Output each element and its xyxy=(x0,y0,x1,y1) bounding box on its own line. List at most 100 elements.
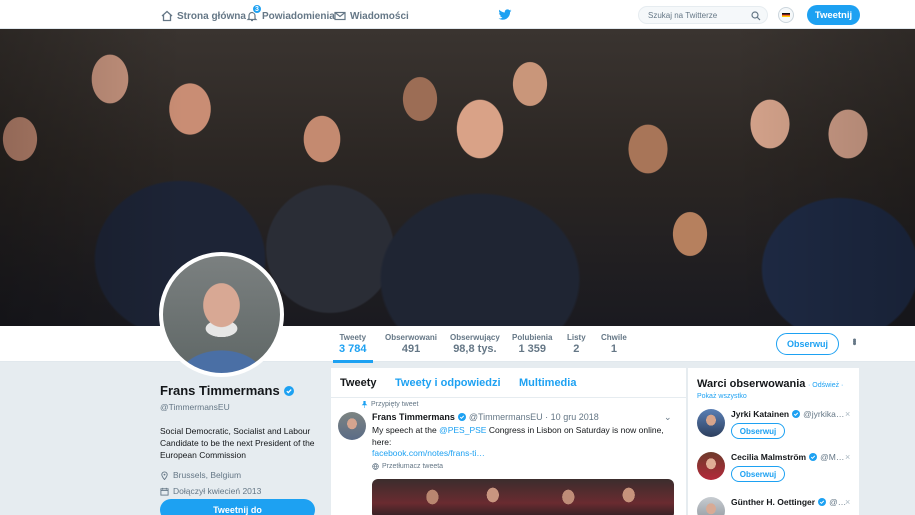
stat-value: 491 xyxy=(401,343,421,355)
nav-home-label: Strona główna xyxy=(177,10,246,22)
suggestion-avatar[interactable] xyxy=(697,409,725,437)
account-avatar[interactable] xyxy=(778,7,794,23)
chevron-down-icon[interactable]: ⌄ xyxy=(664,412,672,423)
more-vertical-icon[interactable]: ••• xyxy=(848,338,860,344)
tweet-media-image[interactable] xyxy=(372,479,674,515)
stat-lists[interactable]: Listy 2 xyxy=(567,333,586,355)
suggestion-name-row[interactable]: Cecilia Malmström @M… xyxy=(731,452,844,462)
tab-tweets[interactable]: Tweety xyxy=(340,377,376,389)
nav-home[interactable]: Strona główna xyxy=(161,8,246,24)
show-all-link[interactable]: Pokaż wszystko xyxy=(697,393,747,400)
who-to-follow-links: · Odśwież · Pokaż wszystko xyxy=(697,380,857,402)
notification-count-badge: 3 xyxy=(252,4,262,14)
follow-button[interactable]: Obserwuj xyxy=(776,333,839,355)
profile-joined: Dołączył kwiecień 2013 xyxy=(160,486,320,496)
stat-value: 2 xyxy=(573,343,580,355)
suggestion-item: Jyrki Katainen @jyrkika… × Obserwuj xyxy=(697,409,857,449)
envelope-icon xyxy=(334,11,346,21)
pin-icon xyxy=(361,401,368,408)
profile-header-banner[interactable] xyxy=(0,29,915,326)
calendar-icon xyxy=(160,487,169,496)
pinned-text: Przypięty tweet xyxy=(371,401,419,408)
stat-followers[interactable]: Obserwujący 98,8 tys. xyxy=(450,333,500,355)
suggestion-avatar[interactable] xyxy=(697,452,725,480)
who-to-follow-module: Warci obserwowania · Odśwież · Pokaż wsz… xyxy=(688,368,859,515)
stat-moments[interactable]: Chwile 1 xyxy=(601,333,627,355)
nav-messages[interactable]: Wiadomości xyxy=(334,8,409,24)
profile-stats-bar: Tweety 3 784 Obserwowani 491 Obserwujący… xyxy=(0,326,915,363)
verified-badge-icon xyxy=(792,410,801,418)
stat-value: 1 xyxy=(610,343,617,355)
stat-label: Chwile xyxy=(601,333,627,342)
timeline-tabs: Tweety Tweety i odpowiedzi Multimedia xyxy=(331,368,686,398)
stat-label: Polubienia xyxy=(512,333,553,342)
profile-handle[interactable]: @TimmermansEU xyxy=(160,402,320,412)
profile-bio: Social Democratic, Socialist and Labour … xyxy=(160,426,315,460)
stat-value: 98,8 tys. xyxy=(453,343,497,355)
suggestion-name: Cecilia Malmström xyxy=(731,452,807,462)
stat-label: Obserwujący xyxy=(450,333,500,342)
profile-name[interactable]: Frans Timmermans xyxy=(160,383,280,398)
suggestion-name: Günther H. Oettinger xyxy=(731,497,816,507)
compose-tweet-button[interactable]: Tweetnij xyxy=(807,5,860,25)
tweet-handle-date[interactable]: @TimmermansEU · 10 gru 2018 xyxy=(469,412,599,422)
verified-badge-icon xyxy=(457,413,466,421)
stat-label: Obserwowani xyxy=(385,333,438,342)
stat-tweets[interactable]: Tweety 3 784 xyxy=(333,333,372,363)
stat-label: Tweety xyxy=(339,333,367,342)
profile-name-row: Frans Timmermans xyxy=(160,383,320,398)
nav-notifications-label: Powiadomienia xyxy=(262,10,335,22)
tweet-author-avatar[interactable] xyxy=(338,412,366,440)
globe-icon xyxy=(372,463,379,470)
tab-media[interactable]: Multimedia xyxy=(519,377,576,389)
suggestion-item: Günther H. Oettinger @… × xyxy=(697,497,857,515)
tweet-link[interactable]: facebook.com/notes/frans-ti… xyxy=(372,448,485,458)
joined-text: Dołączył kwiecień 2013 xyxy=(173,486,262,496)
search-placeholder: Szukaj na Twitterze xyxy=(648,10,718,20)
timeline: Tweety Tweety i odpowiedzi Multimedia Pr… xyxy=(331,368,686,515)
dismiss-icon[interactable]: × xyxy=(845,409,850,419)
suggestion-follow-button[interactable]: Obserwuj xyxy=(731,466,785,482)
location-text: Brussels, Belgium xyxy=(173,470,242,480)
suggestion-handle: @M… xyxy=(820,452,845,462)
dismiss-icon[interactable]: × xyxy=(845,452,850,462)
profile-card: Frans Timmermans @TimmermansEU Social De… xyxy=(160,383,320,496)
home-icon xyxy=(161,10,173,22)
translate-tweet[interactable]: Przetłumacz tweeta xyxy=(372,463,443,470)
tweet-to-button[interactable]: Tweetnij do xyxy=(160,499,315,515)
twitter-bird-icon[interactable] xyxy=(498,9,512,21)
suggestion-handle: @jyrkika… xyxy=(803,409,845,419)
top-navigation-bar: Strona główna 3 Powiadomienia Wiadomości… xyxy=(0,0,915,29)
stat-likes[interactable]: Polubienia 1 359 xyxy=(512,333,552,355)
tweet-text-before: My speech at the xyxy=(372,425,440,435)
dismiss-icon[interactable]: × xyxy=(845,497,850,507)
refresh-link[interactable]: · Odśwież · xyxy=(808,382,843,389)
stat-label: Listy xyxy=(567,333,586,342)
tweet-header: Frans Timmermans @TimmermansEU · 10 gru … xyxy=(372,412,599,422)
location-pin-icon xyxy=(161,471,168,480)
nav-messages-label: Wiadomości xyxy=(350,10,409,22)
search-input[interactable]: Szukaj na Twitterze xyxy=(638,6,768,24)
stat-value: 3 784 xyxy=(339,343,367,355)
profile-location: Brussels, Belgium xyxy=(160,470,320,480)
verified-badge-icon xyxy=(818,498,827,506)
nav-notifications[interactable]: 3 Powiadomienia xyxy=(246,4,335,24)
suggestion-handle: @… xyxy=(829,497,847,507)
tweet-author-name[interactable]: Frans Timmermans xyxy=(372,412,455,422)
banner-shade xyxy=(0,29,915,326)
suggestion-name: Jyrki Katainen xyxy=(731,409,790,419)
translate-label: Przetłumacz tweeta xyxy=(382,463,444,470)
suggestion-item: Cecilia Malmström @M… × Obserwuj xyxy=(697,452,857,492)
stat-following[interactable]: Obserwowani 491 xyxy=(385,333,437,355)
pinned-tweet-label: Przypięty tweet xyxy=(361,401,418,408)
suggestion-follow-button[interactable]: Obserwuj xyxy=(731,423,785,439)
suggestion-avatar[interactable] xyxy=(697,497,725,515)
search-icon[interactable] xyxy=(751,11,761,21)
tab-tweets-and-replies[interactable]: Tweety i odpowiedzi xyxy=(395,377,501,389)
tweet-mention[interactable]: @PES_PSE xyxy=(439,425,486,435)
stat-value: 1 359 xyxy=(518,343,546,355)
suggestion-name-row[interactable]: Günther H. Oettinger @… xyxy=(731,497,846,507)
verified-badge-icon xyxy=(809,453,818,461)
profile-avatar[interactable] xyxy=(159,252,284,377)
suggestion-name-row[interactable]: Jyrki Katainen @jyrkika… xyxy=(731,409,844,419)
